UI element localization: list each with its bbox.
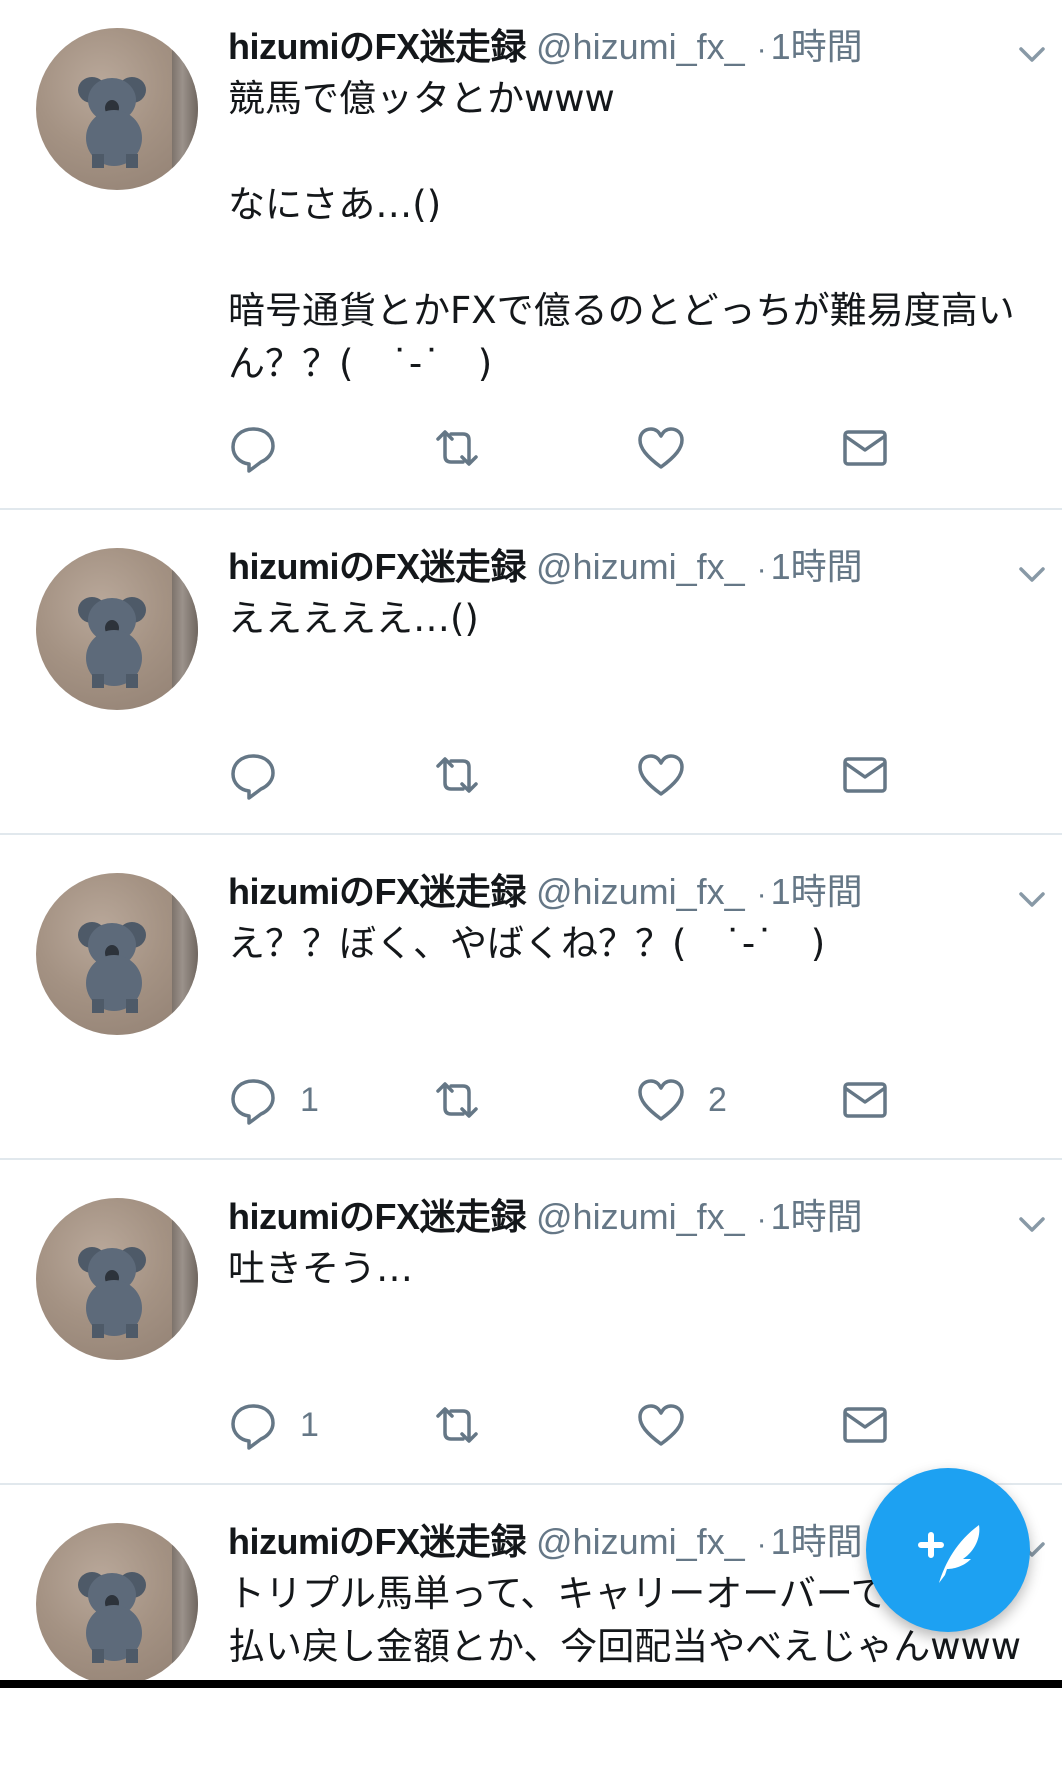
reply-icon [231, 427, 275, 473]
like-icon [638, 1404, 684, 1446]
reply-button[interactable] [228, 747, 300, 803]
compose-tweet-icon [918, 1525, 980, 1583]
reply-icon [231, 1404, 275, 1450]
author-handle[interactable]: @hizumi_fx_ [536, 546, 745, 587]
author-name[interactable]: hizumiのFX迷走録 [228, 546, 527, 587]
author-handle[interactable]: @hizumi_fx_ [536, 1521, 745, 1562]
tweet[interactable]: hizumiのFX迷走録 @hizumi_fx_ · 1時間 吐きそう… 1 [0, 1160, 1062, 1485]
reply-button[interactable]: 1 [228, 1397, 319, 1453]
tweet[interactable]: hizumiのFX迷走録 @hizumi_fx_ · 1時間 競馬で億ッタとかwww … [0, 0, 1062, 510]
like-icon [638, 427, 684, 469]
separator-dot: · [756, 1528, 767, 1561]
tweet[interactable]: hizumiのFX迷走録 @hizumi_fx_ · 1時間 えええええ…() [0, 510, 1062, 835]
retweet-button[interactable] [432, 1397, 482, 1453]
author-name[interactable]: hizumiのFX迷走録 [228, 1521, 527, 1562]
author-handle[interactable]: @hizumi_fx_ [536, 1196, 745, 1237]
retweet-icon [436, 430, 478, 466]
tweet-text: 競馬で億ッタとかwww なにさあ…() 暗号通貨とかFXで億るのとどっちが難易度… [228, 77, 1015, 385]
avatar[interactable] [36, 548, 198, 710]
reply-button[interactable]: 1 [228, 1072, 319, 1128]
like-count: 2 [708, 1080, 727, 1119]
like-icon [638, 754, 684, 796]
author-name[interactable]: hizumiのFX迷走録 [228, 1196, 527, 1237]
envelope-icon [843, 1407, 887, 1443]
like-button[interactable] [636, 420, 708, 476]
dm-button[interactable] [840, 747, 890, 803]
timestamp[interactable]: 1時間 [771, 871, 863, 912]
separator-dot: · [756, 1203, 767, 1236]
like-button[interactable] [636, 747, 708, 803]
envelope-icon [843, 757, 887, 793]
chevron-down-icon[interactable] [1016, 883, 1048, 915]
avatar[interactable] [36, 28, 198, 190]
timestamp[interactable]: 1時間 [771, 1521, 863, 1562]
retweet-icon [436, 757, 478, 793]
avatar[interactable] [36, 1523, 198, 1685]
author-handle[interactable]: @hizumi_fx_ [536, 26, 745, 67]
author-name[interactable]: hizumiのFX迷走録 [228, 871, 527, 912]
envelope-icon [843, 1082, 887, 1118]
like-button[interactable] [636, 1397, 708, 1453]
tweet-text: えええええ…() [228, 597, 479, 640]
chevron-down-icon[interactable] [1016, 38, 1048, 70]
separator-dot: · [756, 878, 767, 911]
avatar[interactable] [36, 1198, 198, 1360]
retweet-icon [436, 1082, 478, 1118]
reply-button[interactable] [228, 420, 300, 476]
retweet-button[interactable] [432, 1072, 482, 1128]
separator-dot: · [756, 553, 767, 586]
reply-icon [231, 754, 275, 800]
timestamp[interactable]: 1時間 [771, 546, 863, 587]
timestamp[interactable]: 1時間 [771, 1196, 863, 1237]
like-icon [638, 1079, 684, 1121]
separator-dot: · [756, 33, 767, 66]
author-handle[interactable]: @hizumi_fx_ [536, 871, 745, 912]
compose-tweet-button[interactable] [866, 1468, 1030, 1632]
bottom-edge [0, 1680, 1062, 1688]
timestamp[interactable]: 1時間 [771, 26, 863, 67]
tweet-text: 吐きそう… [228, 1247, 413, 1290]
chevron-down-icon[interactable] [1016, 558, 1048, 590]
reply-count: 1 [300, 1405, 319, 1444]
envelope-icon [843, 430, 887, 466]
retweet-button[interactable] [432, 420, 482, 476]
tweet-text: え？？ぼく、やばくね？？( ˙-˙ ) [228, 922, 826, 965]
tweet[interactable]: hizumiのFX迷走録 @hizumi_fx_ · 1時間 え？？ぼく、やばくね？？… [0, 835, 1062, 1160]
dm-button[interactable] [840, 420, 890, 476]
dm-button[interactable] [840, 1397, 890, 1453]
chevron-down-icon[interactable] [1016, 1208, 1048, 1240]
reply-icon [231, 1079, 275, 1125]
avatar[interactable] [36, 873, 198, 1035]
reply-count: 1 [300, 1080, 319, 1119]
like-button[interactable]: 2 [636, 1072, 727, 1128]
dm-button[interactable] [840, 1072, 890, 1128]
retweet-icon [436, 1407, 478, 1443]
retweet-button[interactable] [432, 747, 482, 803]
author-name[interactable]: hizumiのFX迷走録 [228, 26, 527, 67]
